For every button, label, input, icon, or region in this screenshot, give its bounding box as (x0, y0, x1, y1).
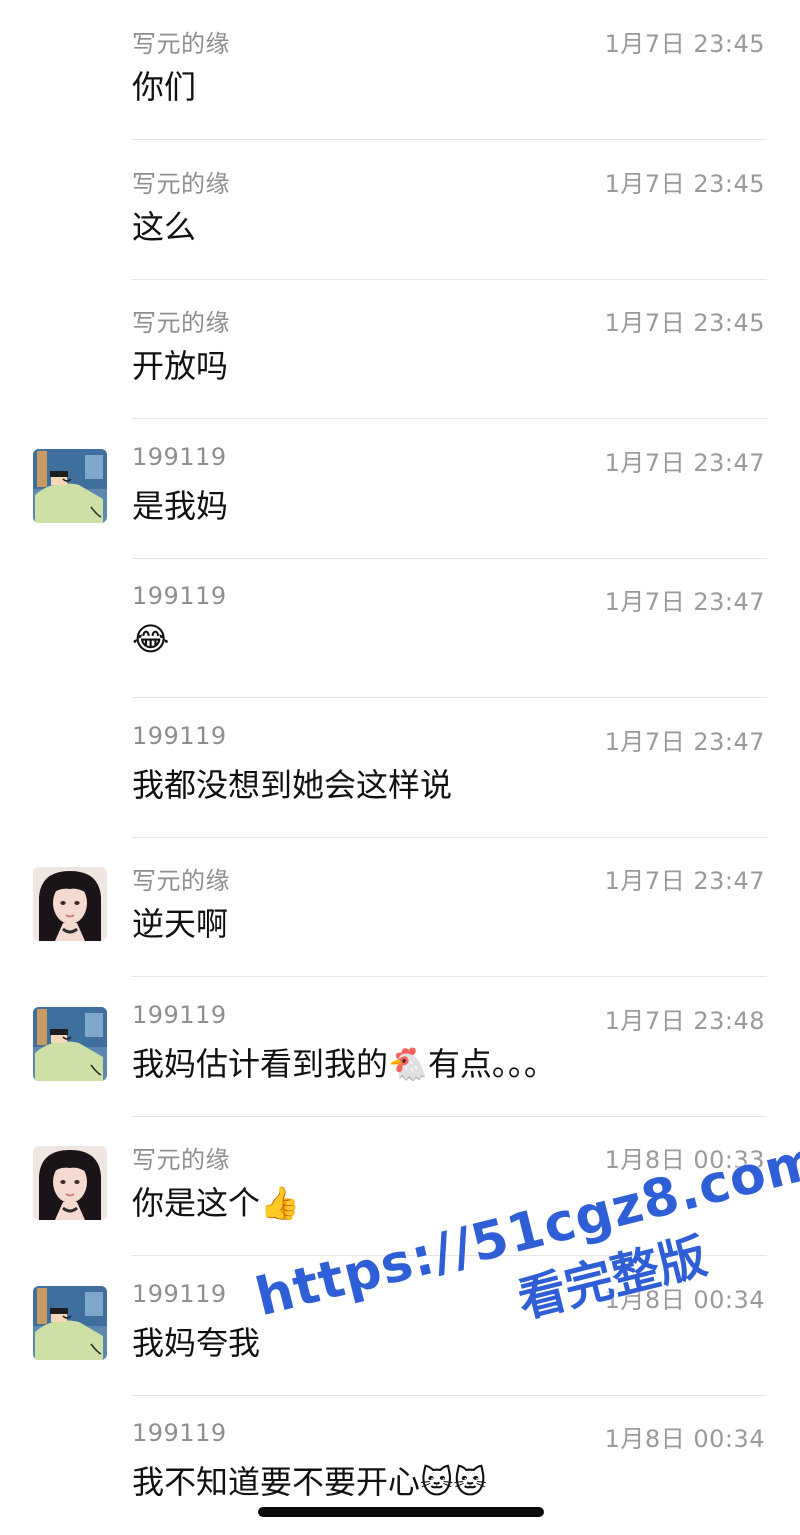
message-row[interactable]: 写元的缘 1月7日 23:45 开放吗 (0, 279, 800, 419)
message-text: 我妈估计看到我的🐔有点。。。 (132, 1044, 556, 1083)
message-time: 1月7日 23:47 (604, 727, 765, 756)
sender-name: 写元的缘 (132, 30, 230, 58)
message-text: 是我妈 (132, 486, 229, 525)
message-text: 这么 (132, 207, 197, 246)
sender-name: 199119 (132, 1419, 227, 1447)
sender-name: 写元的缘 (132, 169, 230, 198)
message-time: 1月7日 23:48 (604, 1006, 765, 1035)
message-row[interactable]: 199119 1月7日 23:47 我都没想到她会这样说 (0, 698, 800, 838)
avatar[interactable] (33, 1285, 107, 1360)
message-text: 😂 (132, 620, 170, 658)
avatar[interactable] (33, 1146, 107, 1220)
sender-name: 199119 (132, 442, 227, 471)
message-row[interactable]: 写元的缘 1月7日 23:47 逆天啊 (0, 837, 800, 977)
message-row[interactable]: 写元的缘 1月7日 23:45 这么 (0, 140, 800, 280)
message-text: 开放吗 (132, 347, 229, 385)
message-time: 1月7日 23:47 (604, 448, 765, 477)
sender-name: 写元的缘 (132, 1146, 230, 1174)
message-text: 我不知道要不要开心🐱🐱 (132, 1463, 487, 1501)
message-text: 你是这个👍 (132, 1184, 300, 1222)
avatar[interactable] (33, 448, 107, 523)
avatar[interactable] (33, 867, 107, 941)
message-time: 1月7日 23:47 (604, 588, 765, 616)
message-text: 我妈夸我 (132, 1323, 261, 1362)
message-row[interactable]: 写元的缘 1月7日 23:45 你们 (0, 0, 800, 140)
message-row[interactable]: 199119 1月7日 23:47 是我妈 (0, 419, 800, 559)
message-row[interactable]: 199119 1月7日 23:48 我妈估计看到我的🐔有点。。。 (0, 977, 800, 1117)
sender-name: 199119 (132, 582, 227, 610)
sender-name: 199119 (132, 721, 227, 750)
sender-name: 199119 (132, 1000, 227, 1029)
message-text: 你们 (132, 68, 197, 106)
message-text: 逆天啊 (132, 905, 229, 943)
avatar[interactable] (33, 1006, 107, 1081)
sender-name: 写元的缘 (132, 309, 230, 337)
sender-name: 199119 (132, 1279, 227, 1308)
sender-name: 写元的缘 (132, 867, 230, 895)
message-time: 1月7日 23:45 (604, 169, 765, 198)
message-row[interactable]: 199119 1月7日 23:47 😂 (0, 558, 800, 698)
message-time: 1月7日 23:47 (604, 867, 765, 895)
message-text: 我都没想到她会这样说 (132, 765, 453, 804)
message-time: 1月7日 23:45 (604, 30, 765, 58)
message-time: 1月8日 00:34 (604, 1425, 765, 1453)
home-indicator[interactable] (258, 1507, 544, 1517)
message-time: 1月7日 23:45 (604, 309, 765, 337)
